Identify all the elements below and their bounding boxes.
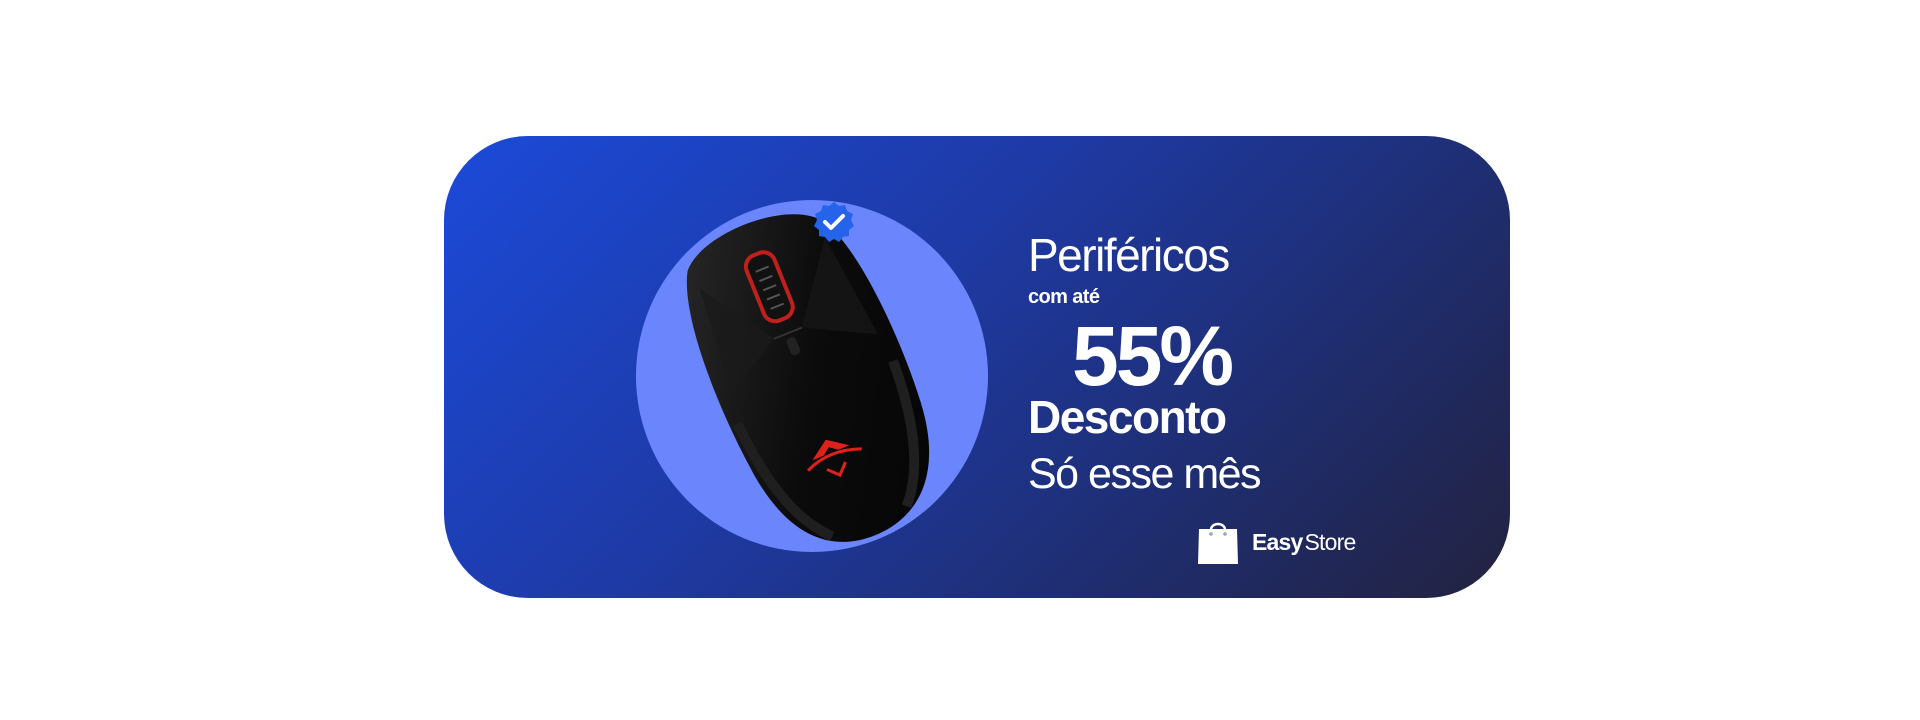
verified-check-icon (814, 202, 854, 242)
page: Periféricos com até 55% Desconto Só esse… (0, 0, 1920, 720)
promo-headline: Periféricos (1028, 229, 1230, 281)
brand-name: EasyStore (1252, 529, 1356, 556)
discount-label: Desconto (1028, 391, 1227, 443)
promo-tagline: Só esse mês (1028, 450, 1262, 498)
promo-prefix: com até (1028, 286, 1100, 308)
brand-name-bold: Easy (1252, 528, 1303, 555)
brand-name-light: Store (1304, 528, 1357, 555)
shopping-bag-icon (1198, 522, 1238, 564)
gaming-mouse-image (686, 214, 930, 542)
brand-logo[interactable]: EasyStore (1196, 518, 1356, 566)
promo-banner[interactable]: Periféricos com até 55% Desconto Só esse… (444, 136, 1510, 598)
